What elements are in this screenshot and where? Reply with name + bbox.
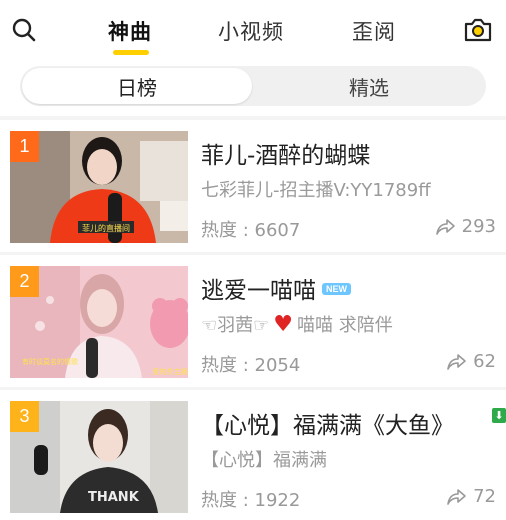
artist-name: 七彩菲儿-招主播V:YY1789ff — [201, 180, 431, 201]
share-button[interactable]: 62 — [447, 351, 496, 372]
segmented-control: 日榜 精选 — [20, 66, 486, 106]
share-icon — [447, 488, 466, 505]
rank-badge: 2 — [10, 266, 39, 297]
thumbnail-caption-right: 爱的杀主播 — [153, 367, 188, 376]
tab-waiyue[interactable]: 歪阅 — [352, 16, 396, 46]
camera-icon[interactable] — [462, 14, 494, 46]
share-count: 62 — [473, 351, 496, 372]
segment-daily[interactable]: 日榜 — [22, 68, 252, 104]
share-count: 72 — [473, 486, 496, 507]
thumbnail-caption: THANK — [88, 490, 140, 505]
heat-count: 热度 : 2054 — [201, 355, 301, 376]
heat-count: 热度 : 1922 — [201, 490, 301, 511]
video-thumbnail[interactable]: 有时谈莫名的情歌 爱的杀主播 2 — [10, 266, 188, 378]
artist-name-part-b: 喵喵 求陪伴 — [297, 315, 393, 336]
download-icon: ⬇ — [492, 408, 506, 423]
video-thumbnail[interactable]: 菲儿的直播间 1 — [10, 131, 188, 243]
share-button[interactable]: 72 — [447, 486, 496, 507]
share-icon — [447, 353, 466, 370]
song-title[interactable]: 菲儿-酒醉的蝴蝶 — [201, 136, 370, 170]
thumbnail-caption-left: 有时谈莫名的情歌 — [22, 357, 78, 366]
top-bar: 神曲 小视频 歪阅 — [0, 0, 506, 60]
tab-short-video[interactable]: 小视频 — [218, 16, 284, 46]
share-icon — [435, 218, 455, 235]
thumbnail-caption: 菲儿的直播间 — [82, 223, 130, 233]
heat-count: 热度 : 6607 — [201, 220, 301, 241]
share-count: 293 — [461, 216, 496, 237]
rank-badge: 1 — [10, 131, 39, 162]
heart-icon: ♥ — [273, 312, 294, 337]
song-title[interactable]: 逃爱一喵喵 NEW — [201, 271, 351, 305]
segment-featured[interactable]: 精选 — [254, 66, 484, 106]
video-thumbnail[interactable]: THANK 3 — [10, 401, 188, 513]
tab-shenqu[interactable]: 神曲 — [108, 16, 152, 46]
list-item[interactable]: 有时谈莫名的情歌 爱的杀主播 2 逃爱一喵喵 NEW ☜羽茜☞ ♥ 喵喵 求陪伴 热度… — [0, 255, 506, 387]
artist-name: 【心悦】福满满 — [201, 450, 327, 471]
list-item[interactable]: 菲儿的直播间 1 菲儿-酒醉的蝴蝶 七彩菲儿-招主播V:YY1789ff 热度 … — [0, 120, 506, 252]
rank-badge: 3 — [10, 401, 39, 432]
share-button[interactable]: 293 — [435, 216, 496, 237]
song-title[interactable]: 【心悦】福满满《大鱼》 — [201, 406, 454, 440]
active-tab-indicator — [113, 50, 149, 55]
search-icon[interactable] — [8, 14, 40, 46]
new-badge: NEW — [322, 283, 351, 295]
song-title-text: 逃爱一喵喵 — [201, 278, 316, 304]
segment-bar: 日榜 精选 — [0, 60, 506, 116]
artist-name-part-a: ☜羽茜☞ — [201, 315, 270, 336]
artist-name: ☜羽茜☞ ♥ 喵喵 求陪伴 — [201, 311, 393, 337]
list-item[interactable]: THANK 3 【心悦】福满满《大鱼》 ⬇ 【心悦】福满满 热度 : 1922 … — [0, 390, 506, 520]
